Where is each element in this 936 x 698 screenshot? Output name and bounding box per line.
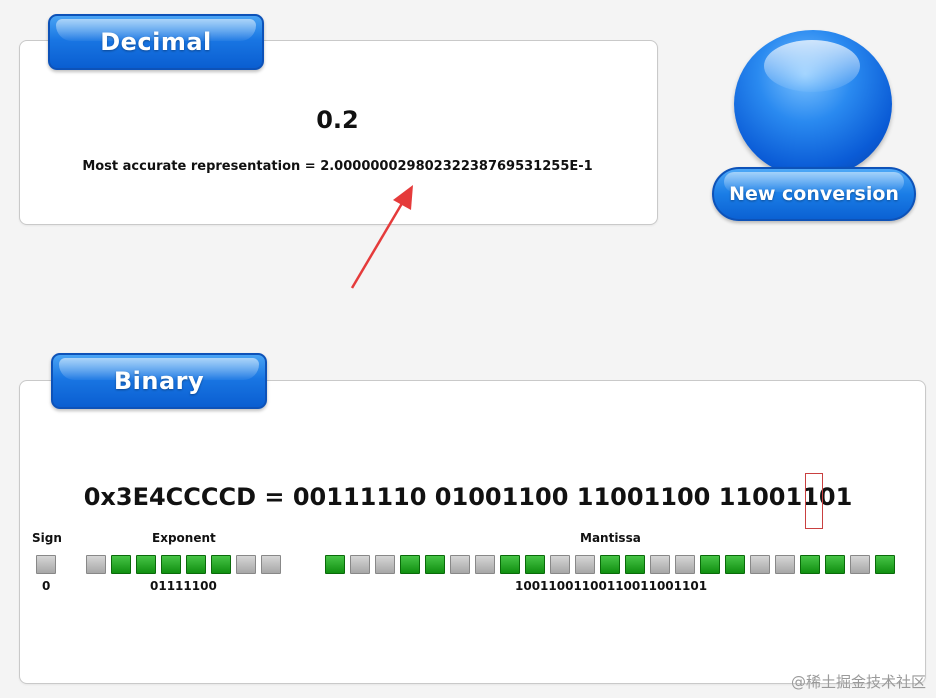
mantissa-bit-toggle[interactable] — [475, 555, 495, 574]
mantissa-bit-toggle[interactable] — [450, 555, 470, 574]
mantissa-bit-toggle[interactable] — [525, 555, 545, 574]
mantissa-bit-toggle[interactable] — [850, 555, 870, 574]
mantissa-bit-toggle[interactable] — [350, 555, 370, 574]
mantissa-bit-toggle[interactable] — [500, 555, 520, 574]
mantissa-bit-toggle[interactable] — [375, 555, 395, 574]
sign-value: 0 — [42, 579, 51, 593]
mantissa-bit-toggle[interactable] — [700, 555, 720, 574]
binary-tab-label: Binary — [113, 367, 205, 395]
exponent-bit-toggle[interactable] — [136, 555, 156, 574]
exponent-bit-toggle[interactable] — [211, 555, 231, 574]
mantissa-bit-toggle[interactable] — [550, 555, 570, 574]
mantissa-bit-toggle[interactable] — [825, 555, 845, 574]
mantissa-label: Mantissa — [580, 531, 641, 545]
exponent-bit-toggle[interactable] — [186, 555, 206, 574]
mantissa-bit-toggle[interactable] — [625, 555, 645, 574]
exponent-bit-toggle[interactable] — [86, 555, 106, 574]
exponent-bit-toggle[interactable] — [261, 555, 281, 574]
mantissa-bit-toggle[interactable] — [575, 555, 595, 574]
watermark: @稀土掘金技术社区 — [790, 673, 926, 691]
exponent-bit-toggle[interactable] — [111, 555, 131, 574]
mantissa-bit-toggle[interactable] — [675, 555, 695, 574]
exponent-value: 01111100 — [150, 579, 217, 593]
last-bit-highlight — [805, 473, 823, 529]
exponent-label: Exponent — [152, 531, 216, 545]
mantissa-bit-toggle[interactable] — [875, 555, 895, 574]
sign-bit-toggle[interactable] — [36, 555, 56, 574]
mantissa-bit-toggle[interactable] — [750, 555, 770, 574]
sign-label: Sign — [32, 531, 62, 545]
mantissa-bit-toggle[interactable] — [400, 555, 420, 574]
mantissa-bit-toggle[interactable] — [600, 555, 620, 574]
mantissa-bit-toggle[interactable] — [425, 555, 445, 574]
mantissa-bit-toggle[interactable] — [775, 555, 795, 574]
exponent-bit-toggle[interactable] — [236, 555, 256, 574]
mantissa-value: 10011001100110011001101 — [515, 579, 708, 593]
hex-binary-line: 0x3E4CCCCD = 00111110 01001100 11001100 … — [83, 483, 853, 511]
mantissa-bit-toggle[interactable] — [725, 555, 745, 574]
mantissa-bit-toggle[interactable] — [325, 555, 345, 574]
mantissa-bit-toggle[interactable] — [800, 555, 820, 574]
mantissa-bit-toggle[interactable] — [650, 555, 670, 574]
binary-tab: Binary — [51, 353, 267, 409]
exponent-bit-toggle[interactable] — [161, 555, 181, 574]
